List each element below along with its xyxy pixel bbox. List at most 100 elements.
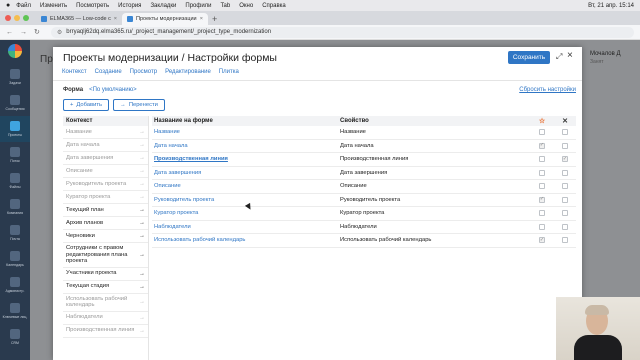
elma-logo-icon[interactable] — [8, 44, 22, 58]
table-row: Наблюдатели Наблюдатели — [152, 221, 576, 234]
context-item[interactable]: Сотрудники с правом редактирования плана… — [63, 243, 148, 268]
readonly-checkbox[interactable] — [562, 142, 568, 149]
save-button[interactable]: Сохранить — [508, 51, 550, 64]
context-item-label: Наблюдатели — [66, 314, 103, 321]
readonly-checkbox[interactable] — [562, 196, 568, 203]
context-item[interactable]: Текущий план → — [63, 204, 148, 217]
nav-item[interactable]: Почта — [0, 220, 30, 246]
field-name-link[interactable]: Описание — [152, 183, 340, 189]
field-name-link[interactable]: Название — [152, 129, 340, 135]
readonly-checkbox[interactable] — [562, 129, 568, 136]
readonly-checkbox[interactable] — [562, 223, 568, 230]
nav-item[interactable]: Календарь — [0, 246, 30, 272]
field-property: Использовать рабочий календарь — [340, 237, 432, 244]
context-item: Дата завершения → — [63, 152, 148, 165]
context-item[interactable]: Архив планов → — [63, 217, 148, 230]
context-item[interactable]: Текущая стадия → — [63, 281, 148, 294]
site-info-icon[interactable]: ⚙ — [57, 29, 62, 36]
modal-tab[interactable]: Редактирование — [165, 69, 211, 75]
readonly-checkbox[interactable] — [562, 169, 568, 176]
required-checkbox[interactable] — [539, 169, 545, 176]
forward-icon[interactable]: → — [20, 29, 27, 36]
readonly-checkbox[interactable]: ✓ — [562, 156, 568, 163]
field-name-link[interactable]: Дата начала — [152, 143, 340, 149]
required-cell — [530, 129, 554, 136]
readonly-checkbox[interactable] — [562, 237, 568, 244]
nav-item[interactable]: Проекты — [0, 116, 30, 142]
nav-item[interactable]: CRM — [0, 324, 30, 350]
menu-item[interactable]: История — [118, 3, 141, 9]
menu-item[interactable]: Справка — [262, 3, 286, 9]
field-name-link[interactable]: Руководитель проекта — [152, 197, 340, 203]
form-select[interactable]: <По умолчанию> — [89, 87, 137, 93]
menu-item[interactable]: Изменить — [40, 3, 67, 9]
table-row: Дата начала Дата начала ✓ — [152, 140, 576, 153]
close-tab-icon[interactable]: × — [200, 16, 203, 22]
arrow-right-icon[interactable]: → — [139, 284, 145, 290]
browser-tab-active[interactable]: Проекты модернизации / Н × — [122, 13, 208, 25]
menu-item[interactable]: Окно — [239, 3, 253, 9]
new-tab-icon[interactable]: + — [212, 14, 217, 24]
menu-item[interactable]: Файл — [16, 3, 31, 9]
required-checkbox[interactable] — [539, 210, 545, 217]
menu-item[interactable]: Профили — [185, 3, 211, 9]
arrow-right-icon[interactable]: → — [139, 252, 145, 258]
apple-icon[interactable]: ● — [6, 2, 10, 9]
menu-item[interactable]: Tab — [221, 3, 231, 9]
expand-icon[interactable]: ⤢ — [556, 52, 562, 62]
field-name-link[interactable]: Дата завершения — [152, 170, 340, 176]
modal-tab[interactable]: Создание — [95, 69, 122, 75]
nav-item[interactable]: Поток — [0, 142, 30, 168]
form-selector: Форма <По умолчанию> — [63, 87, 137, 93]
modal-tab[interactable]: Контекст — [62, 69, 87, 75]
nav-item[interactable]: Администр. — [0, 272, 30, 298]
user-profile[interactable]: Мочалов Д Занят — [590, 50, 621, 66]
context-item[interactable]: Черновики → — [63, 230, 148, 243]
field-property: Куратор проекта — [340, 210, 385, 217]
modal-tab[interactable]: Плитка — [219, 69, 239, 75]
menu-item[interactable]: Закладки — [150, 3, 176, 9]
required-checkbox[interactable]: ✓ — [539, 237, 545, 244]
arrow-right-icon[interactable]: → — [139, 233, 145, 239]
field-name-link[interactable]: Производственная линия — [152, 156, 340, 162]
context-item[interactable]: Участники проекта → — [63, 268, 148, 281]
arrow-right-icon[interactable]: → — [139, 271, 145, 277]
nav-item[interactable]: Задачи — [0, 64, 30, 90]
close-icon[interactable]: × — [567, 50, 573, 61]
menu-item[interactable]: Посмотреть — [76, 3, 109, 9]
modal-tab[interactable]: Просмотр — [130, 69, 157, 75]
required-checkbox[interactable] — [539, 156, 545, 163]
nav-icon — [10, 173, 20, 183]
required-checkbox[interactable]: ✓ — [539, 142, 545, 149]
context-item-label: Текущий план — [66, 206, 104, 213]
back-icon[interactable]: ← — [6, 29, 13, 36]
context-item: Название → — [63, 126, 148, 139]
context-list: Название → Дата начала → Дата завершения → Опи… — [63, 126, 148, 338]
required-checkbox[interactable]: ✓ — [539, 196, 545, 203]
nav-item[interactable]: Сообщения — [0, 90, 30, 116]
field-name-link[interactable]: Куратор проекта — [152, 210, 340, 216]
close-tab-icon[interactable]: × — [114, 16, 117, 22]
required-checkbox[interactable] — [539, 183, 545, 190]
browser-tab[interactable]: ELMA365 — Low-code система × — [36, 13, 122, 25]
field-name-link[interactable]: Наблюдатели — [152, 224, 340, 230]
required-checkbox[interactable] — [539, 223, 545, 230]
nav-item[interactable]: Файлы — [0, 168, 30, 194]
reset-settings-link[interactable]: Сбросить настройки — [519, 87, 576, 93]
nav-icon — [10, 69, 20, 79]
move-button[interactable]: → Перенести — [113, 99, 165, 111]
arrow-right-icon[interactable]: → — [139, 220, 145, 226]
field-name-link[interactable]: Использовать рабочий календарь — [152, 237, 340, 243]
required-checkbox[interactable] — [539, 129, 545, 136]
url-field[interactable]: ⚙ brryaqlj62dq.elma365.ru/_project_manag… — [50, 26, 634, 38]
readonly-checkbox[interactable] — [562, 210, 568, 217]
zoom-window-icon[interactable] — [23, 15, 29, 21]
readonly-checkbox[interactable] — [562, 183, 568, 190]
close-window-icon[interactable] — [5, 15, 11, 21]
reload-icon[interactable]: ↻ — [34, 28, 40, 36]
minimize-window-icon[interactable] — [14, 15, 20, 21]
add-button[interactable]: + Добавить — [63, 99, 110, 111]
nav-item[interactable]: Компания — [0, 194, 30, 220]
nav-item[interactable]: Ключевые лиц. — [0, 298, 30, 324]
arrow-right-icon[interactable]: → — [139, 207, 145, 213]
